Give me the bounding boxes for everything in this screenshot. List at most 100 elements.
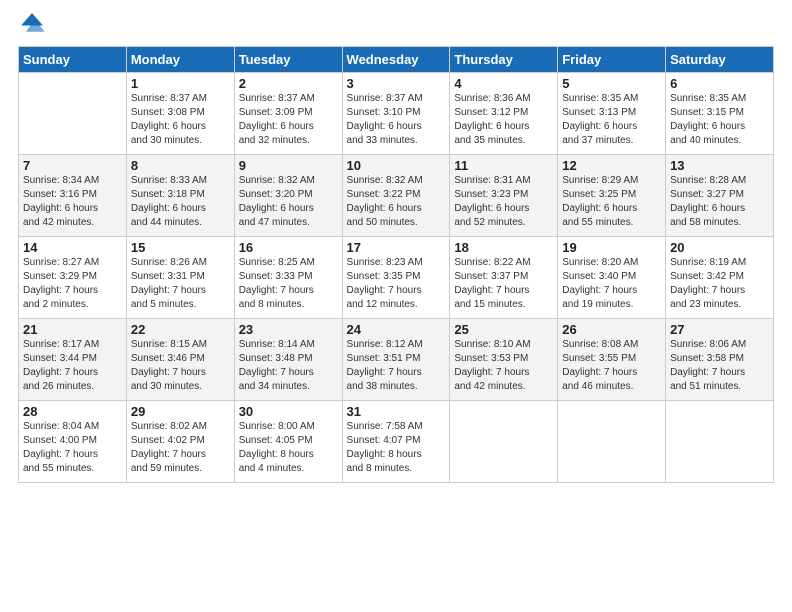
calendar-week-row: 28Sunrise: 8:04 AM Sunset: 4:00 PM Dayli…: [19, 401, 774, 483]
day-info: Sunrise: 8:28 AM Sunset: 3:27 PM Dayligh…: [670, 174, 769, 230]
day-number: 24: [347, 322, 446, 337]
day-number: 23: [239, 322, 338, 337]
calendar-cell: 29Sunrise: 8:02 AM Sunset: 4:02 PM Dayli…: [126, 401, 234, 483]
page: SundayMondayTuesdayWednesdayThursdayFrid…: [0, 0, 792, 612]
calendar-cell: 6Sunrise: 8:35 AM Sunset: 3:15 PM Daylig…: [666, 73, 774, 155]
day-number: 5: [562, 76, 661, 91]
calendar-cell: 20Sunrise: 8:19 AM Sunset: 3:42 PM Dayli…: [666, 237, 774, 319]
weekday-header: Thursday: [450, 47, 558, 73]
header: [18, 10, 774, 38]
calendar-cell: 3Sunrise: 8:37 AM Sunset: 3:10 PM Daylig…: [342, 73, 450, 155]
weekday-header: Saturday: [666, 47, 774, 73]
calendar-cell: 12Sunrise: 8:29 AM Sunset: 3:25 PM Dayli…: [558, 155, 666, 237]
calendar-cell: 19Sunrise: 8:20 AM Sunset: 3:40 PM Dayli…: [558, 237, 666, 319]
day-number: 29: [131, 404, 230, 419]
calendar-cell: 23Sunrise: 8:14 AM Sunset: 3:48 PM Dayli…: [234, 319, 342, 401]
day-number: 15: [131, 240, 230, 255]
day-info: Sunrise: 8:37 AM Sunset: 3:09 PM Dayligh…: [239, 92, 338, 148]
calendar-cell: 30Sunrise: 8:00 AM Sunset: 4:05 PM Dayli…: [234, 401, 342, 483]
calendar-week-row: 14Sunrise: 8:27 AM Sunset: 3:29 PM Dayli…: [19, 237, 774, 319]
weekday-header: Monday: [126, 47, 234, 73]
day-info: Sunrise: 8:15 AM Sunset: 3:46 PM Dayligh…: [131, 338, 230, 394]
day-number: 31: [347, 404, 446, 419]
day-number: 11: [454, 158, 553, 173]
calendar-cell: 8Sunrise: 8:33 AM Sunset: 3:18 PM Daylig…: [126, 155, 234, 237]
calendar-cell: 28Sunrise: 8:04 AM Sunset: 4:00 PM Dayli…: [19, 401, 127, 483]
day-info: Sunrise: 8:35 AM Sunset: 3:15 PM Dayligh…: [670, 92, 769, 148]
day-number: 28: [23, 404, 122, 419]
calendar-cell: 10Sunrise: 8:32 AM Sunset: 3:22 PM Dayli…: [342, 155, 450, 237]
calendar: SundayMondayTuesdayWednesdayThursdayFrid…: [18, 46, 774, 483]
day-info: Sunrise: 8:22 AM Sunset: 3:37 PM Dayligh…: [454, 256, 553, 312]
day-info: Sunrise: 8:37 AM Sunset: 3:08 PM Dayligh…: [131, 92, 230, 148]
day-info: Sunrise: 8:04 AM Sunset: 4:00 PM Dayligh…: [23, 420, 122, 476]
day-number: 27: [670, 322, 769, 337]
day-number: 19: [562, 240, 661, 255]
day-info: Sunrise: 8:29 AM Sunset: 3:25 PM Dayligh…: [562, 174, 661, 230]
calendar-cell: 16Sunrise: 8:25 AM Sunset: 3:33 PM Dayli…: [234, 237, 342, 319]
calendar-cell: 21Sunrise: 8:17 AM Sunset: 3:44 PM Dayli…: [19, 319, 127, 401]
day-info: Sunrise: 8:36 AM Sunset: 3:12 PM Dayligh…: [454, 92, 553, 148]
day-info: Sunrise: 8:32 AM Sunset: 3:20 PM Dayligh…: [239, 174, 338, 230]
day-number: 10: [347, 158, 446, 173]
calendar-cell: [666, 401, 774, 483]
calendar-cell: 31Sunrise: 7:58 AM Sunset: 4:07 PM Dayli…: [342, 401, 450, 483]
day-number: 1: [131, 76, 230, 91]
day-number: 4: [454, 76, 553, 91]
weekday-header: Sunday: [19, 47, 127, 73]
day-number: 6: [670, 76, 769, 91]
calendar-cell: 1Sunrise: 8:37 AM Sunset: 3:08 PM Daylig…: [126, 73, 234, 155]
day-info: Sunrise: 8:35 AM Sunset: 3:13 PM Dayligh…: [562, 92, 661, 148]
day-info: Sunrise: 8:06 AM Sunset: 3:58 PM Dayligh…: [670, 338, 769, 394]
weekday-header: Tuesday: [234, 47, 342, 73]
calendar-header-row: SundayMondayTuesdayWednesdayThursdayFrid…: [19, 47, 774, 73]
calendar-week-row: 1Sunrise: 8:37 AM Sunset: 3:08 PM Daylig…: [19, 73, 774, 155]
day-info: Sunrise: 8:34 AM Sunset: 3:16 PM Dayligh…: [23, 174, 122, 230]
calendar-week-row: 7Sunrise: 8:34 AM Sunset: 3:16 PM Daylig…: [19, 155, 774, 237]
calendar-cell: 17Sunrise: 8:23 AM Sunset: 3:35 PM Dayli…: [342, 237, 450, 319]
logo-icon: [18, 10, 46, 38]
calendar-cell: [450, 401, 558, 483]
day-number: 30: [239, 404, 338, 419]
day-number: 3: [347, 76, 446, 91]
day-number: 12: [562, 158, 661, 173]
calendar-cell: 2Sunrise: 8:37 AM Sunset: 3:09 PM Daylig…: [234, 73, 342, 155]
day-number: 20: [670, 240, 769, 255]
calendar-cell: 26Sunrise: 8:08 AM Sunset: 3:55 PM Dayli…: [558, 319, 666, 401]
calendar-cell: 14Sunrise: 8:27 AM Sunset: 3:29 PM Dayli…: [19, 237, 127, 319]
calendar-cell: [558, 401, 666, 483]
day-info: Sunrise: 8:10 AM Sunset: 3:53 PM Dayligh…: [454, 338, 553, 394]
calendar-cell: 22Sunrise: 8:15 AM Sunset: 3:46 PM Dayli…: [126, 319, 234, 401]
day-info: Sunrise: 8:19 AM Sunset: 3:42 PM Dayligh…: [670, 256, 769, 312]
calendar-week-row: 21Sunrise: 8:17 AM Sunset: 3:44 PM Dayli…: [19, 319, 774, 401]
calendar-cell: 7Sunrise: 8:34 AM Sunset: 3:16 PM Daylig…: [19, 155, 127, 237]
calendar-cell: 18Sunrise: 8:22 AM Sunset: 3:37 PM Dayli…: [450, 237, 558, 319]
weekday-header: Wednesday: [342, 47, 450, 73]
day-number: 9: [239, 158, 338, 173]
calendar-cell: 24Sunrise: 8:12 AM Sunset: 3:51 PM Dayli…: [342, 319, 450, 401]
day-info: Sunrise: 8:37 AM Sunset: 3:10 PM Dayligh…: [347, 92, 446, 148]
day-number: 13: [670, 158, 769, 173]
day-number: 14: [23, 240, 122, 255]
calendar-cell: 13Sunrise: 8:28 AM Sunset: 3:27 PM Dayli…: [666, 155, 774, 237]
day-number: 8: [131, 158, 230, 173]
calendar-cell: [19, 73, 127, 155]
day-number: 21: [23, 322, 122, 337]
day-info: Sunrise: 8:17 AM Sunset: 3:44 PM Dayligh…: [23, 338, 122, 394]
calendar-cell: 15Sunrise: 8:26 AM Sunset: 3:31 PM Dayli…: [126, 237, 234, 319]
day-info: Sunrise: 8:31 AM Sunset: 3:23 PM Dayligh…: [454, 174, 553, 230]
calendar-cell: 4Sunrise: 8:36 AM Sunset: 3:12 PM Daylig…: [450, 73, 558, 155]
day-number: 18: [454, 240, 553, 255]
day-number: 17: [347, 240, 446, 255]
calendar-cell: 5Sunrise: 8:35 AM Sunset: 3:13 PM Daylig…: [558, 73, 666, 155]
calendar-cell: 11Sunrise: 8:31 AM Sunset: 3:23 PM Dayli…: [450, 155, 558, 237]
day-info: Sunrise: 8:08 AM Sunset: 3:55 PM Dayligh…: [562, 338, 661, 394]
day-info: Sunrise: 8:14 AM Sunset: 3:48 PM Dayligh…: [239, 338, 338, 394]
calendar-cell: 25Sunrise: 8:10 AM Sunset: 3:53 PM Dayli…: [450, 319, 558, 401]
day-info: Sunrise: 8:23 AM Sunset: 3:35 PM Dayligh…: [347, 256, 446, 312]
day-info: Sunrise: 8:12 AM Sunset: 3:51 PM Dayligh…: [347, 338, 446, 394]
calendar-cell: 9Sunrise: 8:32 AM Sunset: 3:20 PM Daylig…: [234, 155, 342, 237]
day-number: 2: [239, 76, 338, 91]
logo: [18, 10, 50, 38]
day-info: Sunrise: 8:33 AM Sunset: 3:18 PM Dayligh…: [131, 174, 230, 230]
